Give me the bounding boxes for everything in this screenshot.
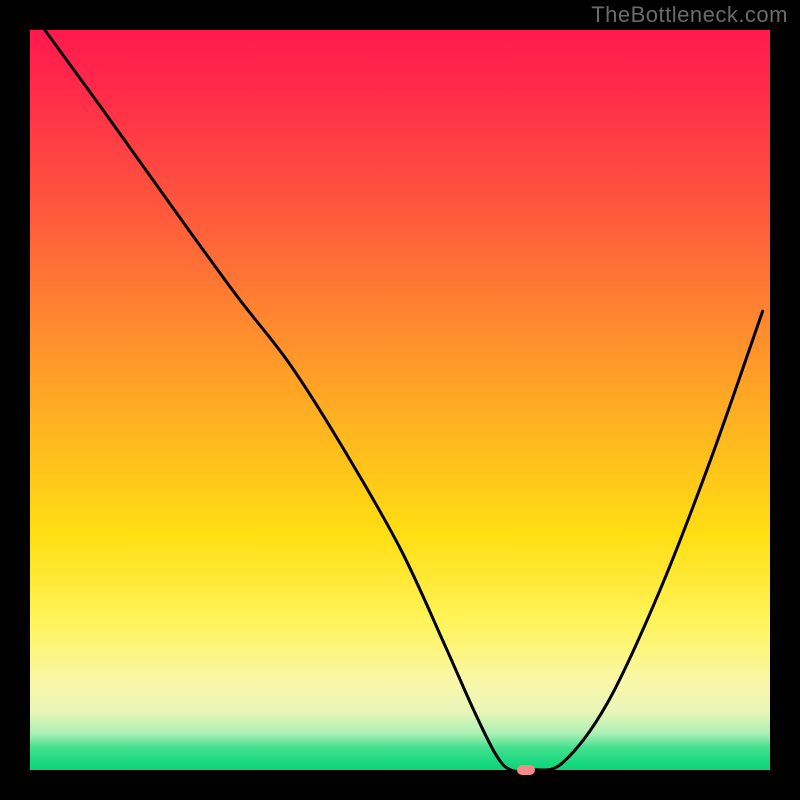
- chart-frame: TheBottleneck.com: [0, 0, 800, 800]
- bottleneck-curve-path: [45, 30, 763, 770]
- plot-area: [30, 30, 770, 770]
- watermark-text: TheBottleneck.com: [591, 2, 788, 28]
- curve-svg: [30, 30, 770, 770]
- optimum-marker: [517, 765, 535, 775]
